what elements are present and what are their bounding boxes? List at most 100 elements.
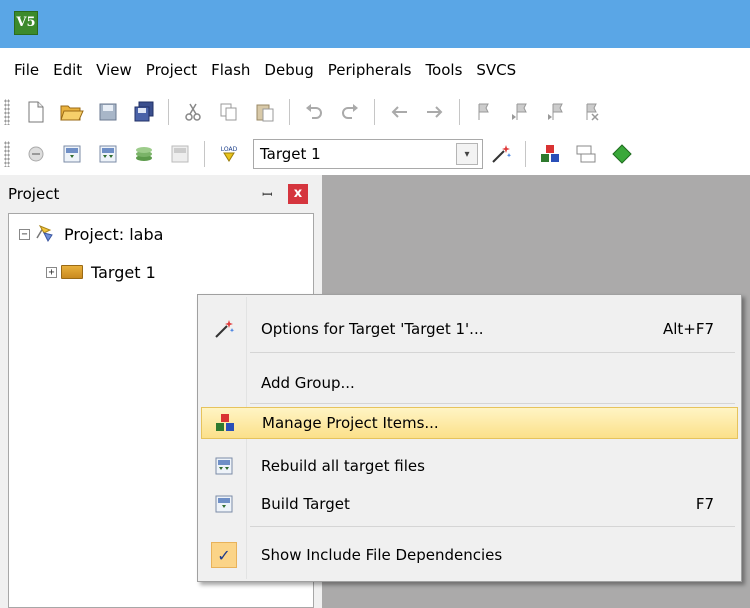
- target-select[interactable]: Target 1 ▾: [253, 139, 483, 169]
- menu-bar: File Edit View Project Flash Debug Perip…: [0, 48, 750, 91]
- menu-item-label: Add Group...: [261, 374, 355, 392]
- bookmark-prev-icon: [512, 103, 527, 120]
- panel-title: Project: [8, 185, 60, 203]
- stop-build-button[interactable]: [167, 141, 193, 167]
- redo-button[interactable]: [337, 99, 363, 125]
- new-file-button[interactable]: [23, 99, 49, 125]
- menu-item-show-include-deps[interactable]: ✓ Show Include File Dependencies: [201, 539, 738, 571]
- save-button[interactable]: [95, 99, 121, 125]
- expand-icon[interactable]: +: [46, 266, 57, 278]
- scissors-icon: [185, 103, 201, 121]
- arrow-left-icon: [391, 106, 407, 118]
- menu-item-options-for-target[interactable]: Options for Target 'Target 1'... Alt+F7: [201, 313, 738, 345]
- title-bar: V5: [0, 0, 750, 48]
- copy-button[interactable]: [216, 99, 242, 125]
- toolbar-grip[interactable]: [4, 141, 10, 167]
- clear-bookmarks-button[interactable]: [579, 99, 605, 125]
- menu-view[interactable]: View: [96, 61, 132, 79]
- environment-button[interactable]: [573, 141, 599, 167]
- packs-button[interactable]: [609, 141, 635, 167]
- load-button[interactable]: LOAD: [216, 141, 242, 167]
- paste-icon: [256, 104, 274, 122]
- navigate-back-button[interactable]: [386, 99, 412, 125]
- toolbar-separator: [525, 141, 526, 167]
- build-button[interactable]: [59, 141, 85, 167]
- bookmark-clear-icon: [586, 103, 599, 121]
- save-all-button[interactable]: [131, 99, 157, 125]
- redo-icon: [342, 104, 358, 119]
- toolbar-separator: [374, 99, 375, 125]
- pin-icon[interactable]: ꟷ: [262, 185, 276, 203]
- manage-components-button[interactable]: [537, 141, 563, 167]
- next-bookmark-button[interactable]: [543, 99, 569, 125]
- menu-debug[interactable]: Debug: [264, 61, 313, 79]
- folder-icon: [61, 265, 83, 279]
- menu-tools[interactable]: Tools: [425, 61, 462, 79]
- target-label: Target 1: [91, 262, 156, 282]
- tree-item-target[interactable]: + Target 1: [46, 258, 156, 286]
- prev-bookmark-button[interactable]: [507, 99, 533, 125]
- toolbar-separator: [204, 141, 205, 167]
- bookmark-next-icon: [548, 103, 563, 120]
- close-icon[interactable]: x: [288, 184, 308, 204]
- menu-item-label: Manage Project Items...: [262, 414, 439, 432]
- app-icon[interactable]: V5: [14, 11, 38, 35]
- menu-item-label: Options for Target 'Target 1'...: [261, 320, 484, 338]
- menu-peripherals[interactable]: Peripherals: [328, 61, 412, 79]
- menu-item-shortcut: F7: [695, 495, 714, 513]
- menu-item-label: Build Target: [261, 495, 350, 513]
- menu-separator: [250, 352, 735, 353]
- bookmark-button[interactable]: [471, 99, 497, 125]
- collapse-icon[interactable]: −: [19, 228, 30, 240]
- project-icon: [36, 225, 53, 242]
- menu-item-add-group[interactable]: Add Group...: [201, 367, 738, 399]
- stack-icon: [136, 147, 152, 161]
- toolbar-separator: [289, 99, 290, 125]
- chevron-down-icon[interactable]: ▾: [456, 143, 478, 165]
- save-icon: [99, 103, 117, 121]
- new-file-icon: [28, 101, 44, 123]
- components-icon: [216, 414, 234, 431]
- open-folder-icon: [60, 105, 84, 121]
- diamond-icon: [612, 144, 632, 164]
- open-file-button[interactable]: [59, 99, 85, 125]
- batch-build-button[interactable]: [131, 141, 157, 167]
- target-options-button[interactable]: [488, 141, 514, 167]
- navigate-forward-button[interactable]: [422, 99, 448, 125]
- menu-flash[interactable]: Flash: [211, 61, 250, 79]
- stop-build-icon: [171, 145, 189, 163]
- checkmark-icon: ✓: [211, 542, 237, 568]
- rebuild-button[interactable]: [95, 141, 121, 167]
- project-panel-header: Project ꟷ x: [0, 175, 322, 213]
- tree-item-project[interactable]: − Project: laba: [19, 220, 163, 248]
- menu-item-rebuild-all[interactable]: Rebuild all target files: [201, 450, 738, 482]
- translate-button[interactable]: [23, 141, 49, 167]
- undo-button[interactable]: [301, 99, 327, 125]
- build-toolbar: LOAD Target 1 ▾: [0, 133, 750, 175]
- paste-button[interactable]: [252, 99, 278, 125]
- menu-item-manage-project-items[interactable]: Manage Project Items...: [201, 407, 738, 439]
- rebuild-icon: [99, 145, 117, 163]
- build-icon: [215, 495, 233, 513]
- cut-button[interactable]: [180, 99, 206, 125]
- load-label: LOAD: [221, 146, 238, 153]
- layers-icon: [576, 145, 596, 163]
- menu-file[interactable]: File: [14, 61, 39, 79]
- menu-separator: [250, 526, 735, 527]
- menu-project[interactable]: Project: [146, 61, 197, 79]
- copy-icon: [220, 103, 237, 121]
- project-label: Project: laba: [64, 224, 164, 244]
- toolbar-grip[interactable]: [4, 99, 10, 125]
- magic-wand-icon: [215, 320, 235, 338]
- menu-item-build-target[interactable]: Build Target F7: [201, 488, 738, 520]
- arrow-right-icon: [427, 106, 443, 118]
- menu-item-shortcut: Alt+F7: [662, 320, 714, 338]
- bookmark-icon: [478, 103, 489, 120]
- translate-icon: [28, 146, 44, 162]
- toolbar-separator: [168, 99, 169, 125]
- components-icon: [541, 145, 559, 162]
- menu-item-label: Rebuild all target files: [261, 457, 425, 475]
- target-select-value: Target 1: [260, 145, 321, 163]
- menu-edit[interactable]: Edit: [53, 61, 82, 79]
- menu-svcs[interactable]: SVCS: [476, 61, 516, 79]
